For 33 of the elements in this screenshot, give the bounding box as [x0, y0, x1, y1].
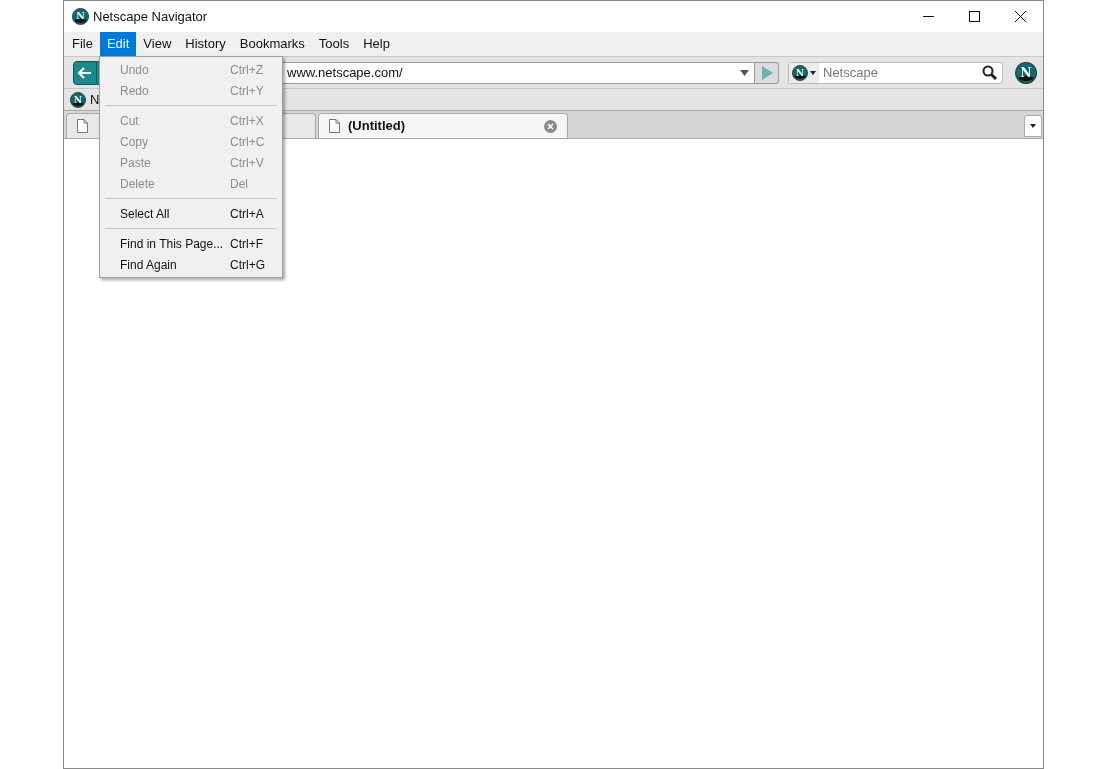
minimize-icon: [922, 16, 934, 17]
maximize-icon: [968, 11, 980, 22]
window-title: Netscape Navigator: [93, 7, 208, 26]
bookmark-item[interactable]: N N: [70, 89, 100, 110]
menu-option[interactable]: Find Again Ctrl+G: [100, 254, 282, 275]
menu-item[interactable]: Help: [356, 32, 397, 56]
caret-icon: [1030, 124, 1036, 128]
dropdown-arrow-icon[interactable]: [740, 69, 749, 76]
menu-item[interactable]: Edit: [99, 32, 137, 56]
menu-item[interactable]: File: [65, 32, 100, 56]
close-tab-icon[interactable]: [544, 119, 557, 133]
page-icon: [77, 119, 88, 133]
back-button[interactable]: [73, 60, 97, 85]
menu-item[interactable]: Bookmarks: [232, 32, 312, 56]
throbber-logo-icon: N: [1015, 61, 1037, 84]
menu-option[interactable]: Select All Ctrl+A: [100, 203, 282, 224]
menu-option[interactable]: Find in This Page... Ctrl+F: [100, 233, 282, 254]
menu-item[interactable]: Tools: [311, 32, 357, 56]
menu-item[interactable]: View: [136, 32, 179, 56]
tab-list-button[interactable]: [1024, 115, 1042, 137]
search-input[interactable]: Netscape: [823, 62, 973, 83]
search-field[interactable]: N Netscape: [788, 61, 1003, 84]
caret-icon[interactable]: [810, 70, 816, 75]
tab[interactable]: (Untitled): [318, 113, 568, 138]
search-icon[interactable]: [982, 65, 997, 80]
back-arrow-icon: [78, 66, 92, 79]
page-icon: [329, 119, 340, 133]
close-icon: [1014, 11, 1026, 22]
menu-item[interactable]: History: [178, 32, 233, 56]
app-logo-icon: N: [72, 8, 89, 25]
bookmark-logo-icon: N: [70, 91, 86, 108]
search-engine-icon: N: [792, 64, 808, 81]
play-arrow-icon: [760, 65, 773, 80]
